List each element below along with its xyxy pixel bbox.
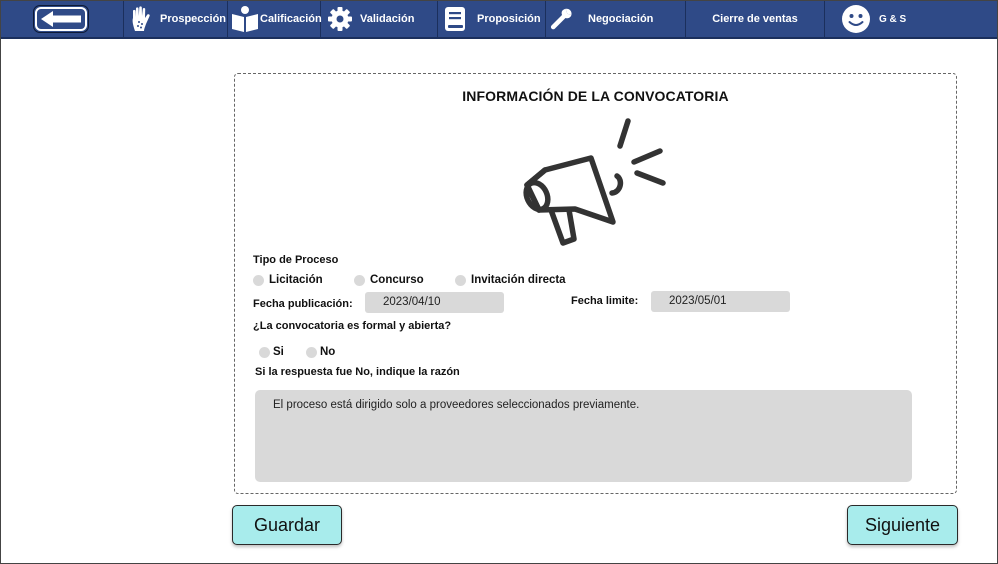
radio-licitacion-label: Licitación [269, 274, 323, 286]
book-icon [443, 5, 467, 33]
radio-invitacion-directa[interactable]: Invitación directa [455, 274, 566, 286]
convocatoria-card: INFORMACIÓN DE LA CONVOCATORIA Tipo de P… [234, 73, 957, 494]
nav-label-validacion: Validación [360, 13, 415, 25]
nav-item-calificacion[interactable]: Calificación [228, 1, 322, 37]
radio-concurso[interactable]: Concurso [354, 274, 424, 286]
formal-question-label: ¿La convocatoria es formal y abierta? [253, 320, 452, 332]
back-button[interactable] [35, 7, 87, 31]
nav-label-cierre: Cierre de ventas [712, 13, 798, 25]
hand-icon [130, 5, 154, 33]
nav-label-negociacion: Negociación [588, 13, 654, 25]
radio-no[interactable]: No [306, 346, 335, 358]
wrench-icon [550, 7, 574, 31]
page-title: INFORMACIÓN DE LA CONVOCATORIA [462, 88, 729, 104]
smiley-icon [841, 4, 871, 34]
nav-item-negociacion[interactable]: Negociación [546, 1, 686, 37]
radio-si[interactable]: Si [259, 346, 284, 358]
nav-item-user[interactable]: G & S [825, 1, 997, 37]
radio-circle [253, 274, 264, 286]
radio-invitacion-label: Invitación directa [471, 274, 566, 286]
gear-icon [327, 6, 353, 32]
nav-item-cierre-de-ventas[interactable]: Cierre de ventas [686, 1, 825, 37]
reason-label: Si la respuesta fue No, indique la razón [255, 366, 460, 378]
megaphone-icon [517, 110, 672, 255]
save-button[interactable]: Guardar [232, 505, 342, 545]
nav-label-calificacion: Calificación [260, 13, 322, 25]
nav-label-proposicion: Proposición [477, 13, 541, 25]
radio-no-label: No [320, 346, 336, 358]
reason-textarea[interactable]: El proceso está dirigido solo a proveedo… [255, 390, 912, 482]
radio-circle [354, 274, 365, 286]
fecha-publicacion-field[interactable]: 2023/04/10 [365, 292, 504, 313]
top-nav-bar: Prospección Calificación Validación Prop… [1, 1, 997, 39]
nav-back-cell [1, 1, 124, 37]
radio-circle [306, 346, 317, 358]
nav-item-prospeccion[interactable]: Prospección [124, 1, 228, 37]
nav-item-proposicion[interactable]: Proposición [438, 1, 546, 37]
radio-circle [455, 274, 466, 286]
nav-label-prospeccion: Prospección [160, 13, 227, 25]
radio-si-label: Si [273, 346, 284, 358]
user-name: G & S [879, 13, 907, 25]
reading-person-icon [231, 5, 259, 33]
radio-circle [259, 346, 270, 358]
fecha-publicacion-label: Fecha publicación: [253, 298, 353, 310]
next-button[interactable]: Siguiente [847, 505, 958, 545]
radio-concurso-label: Concurso [370, 274, 424, 286]
nav-item-validacion[interactable]: Validación [321, 1, 438, 37]
fecha-limite-field[interactable]: 2023/05/01 [651, 291, 790, 312]
radio-licitacion[interactable]: Licitación [253, 274, 323, 286]
fecha-limite-label: Fecha limite: [571, 295, 639, 307]
arrow-left-icon [39, 10, 83, 28]
tipo-proceso-label: Tipo de Proceso [253, 254, 339, 266]
